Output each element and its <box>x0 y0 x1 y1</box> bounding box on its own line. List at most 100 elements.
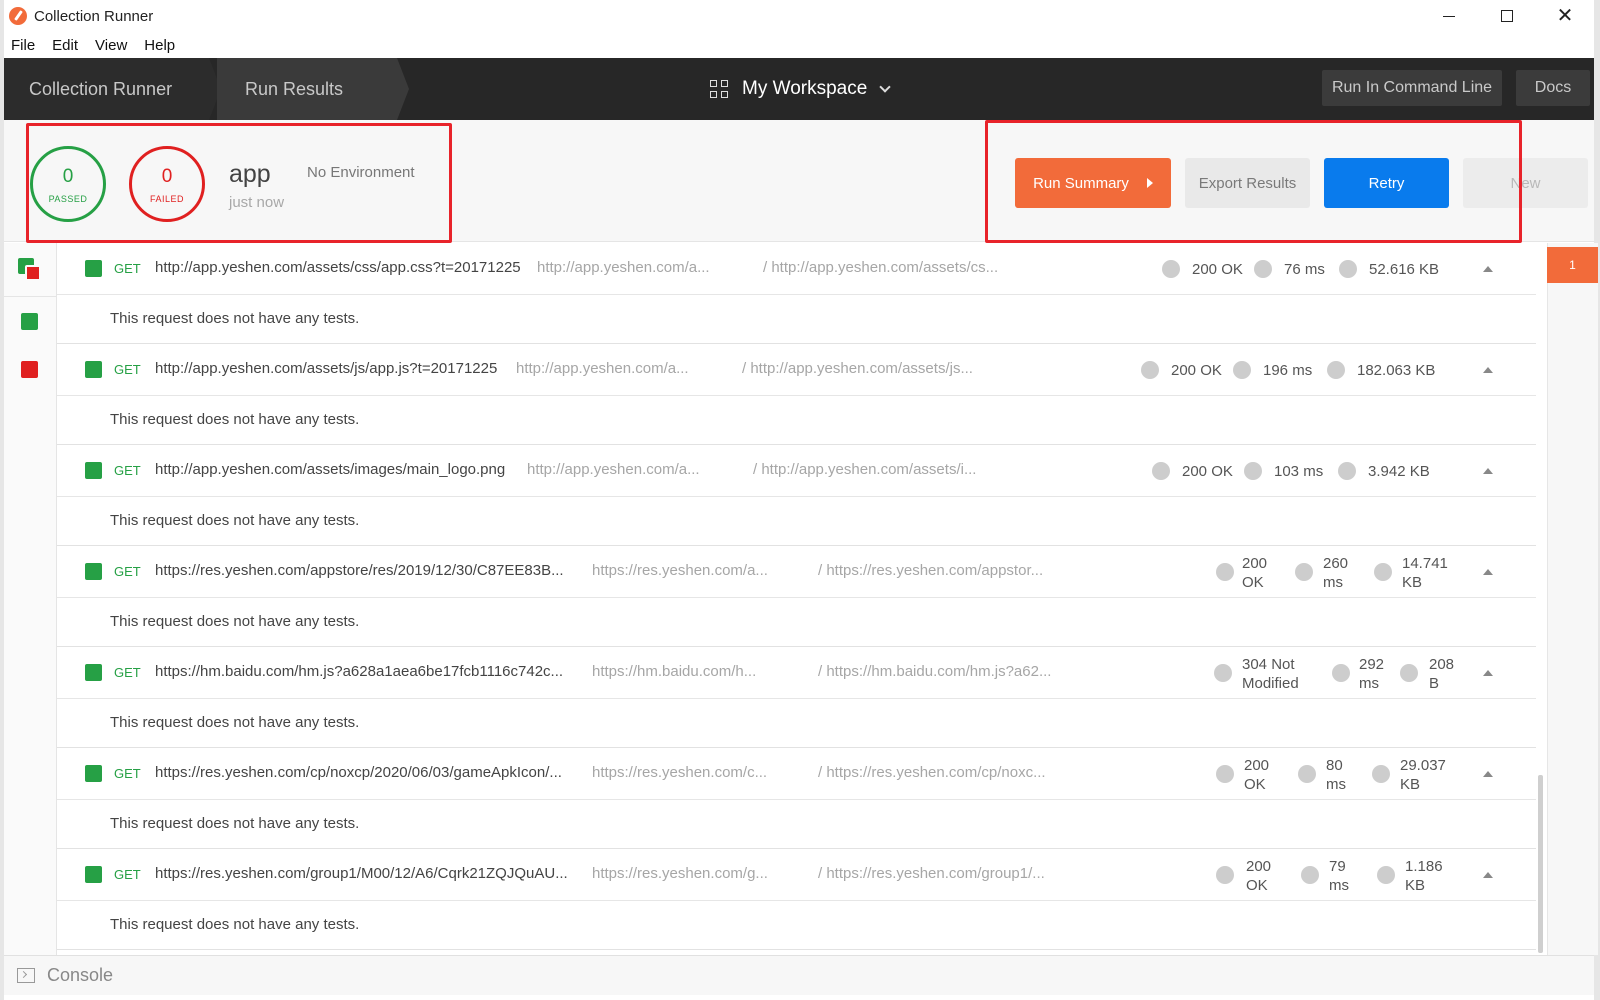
passed-filter-icon[interactable] <box>21 313 38 330</box>
no-tests-text: This request does not have any tests. <box>110 310 360 327</box>
request-item: GET https://res.yeshen.com/cp/noxcp/2020… <box>57 748 1536 849</box>
collapse-caret-icon[interactable] <box>1483 266 1493 272</box>
request-row[interactable]: GET http://app.yeshen.com/assets/css/app… <box>57 243 1536 295</box>
response-status: 200 OK <box>1246 858 1272 894</box>
menu-help[interactable]: Help <box>144 37 175 54</box>
workspace-switcher[interactable]: My Workspace <box>710 58 891 120</box>
request-url-short: http://app.yeshen.com/a... <box>516 360 689 377</box>
request-item: GET http://app.yeshen.com/assets/js/app.… <box>57 344 1536 445</box>
console-bar[interactable]: Console <box>4 955 1594 995</box>
request-url-path: / http://app.yeshen.com/assets/cs... <box>763 259 999 276</box>
no-tests-text: This request does not have any tests. <box>110 815 360 832</box>
collapse-caret-icon[interactable] <box>1483 771 1493 777</box>
workspace-grid-icon <box>710 80 728 98</box>
status-dot-icon <box>1141 361 1159 379</box>
request-url: https://res.yeshen.com/appstore/res/2019… <box>155 562 564 579</box>
console-label: Console <box>47 965 114 985</box>
tests-row: This request does not have any tests. <box>57 901 1536 950</box>
request-method: GET <box>114 362 141 377</box>
annotation-box-summary <box>26 123 452 243</box>
run-in-command-line-button[interactable]: Run In Command Line <box>1322 70 1502 106</box>
request-url: http://app.yeshen.com/assets/css/app.css… <box>155 259 521 276</box>
collapse-caret-icon[interactable] <box>1483 468 1493 474</box>
request-row[interactable]: GET https://res.yeshen.com/appstore/res/… <box>57 546 1536 598</box>
breadcrumb-collection-runner[interactable]: Collection Runner <box>4 58 209 120</box>
size-dot-icon <box>1374 563 1392 581</box>
collapse-caret-icon[interactable] <box>1483 872 1493 878</box>
request-row[interactable]: GET http://app.yeshen.com/assets/js/app.… <box>57 344 1536 396</box>
breadcrumb-arrow <box>397 58 409 120</box>
request-row[interactable]: GET https://res.yeshen.com/cp/noxcp/2020… <box>57 748 1536 800</box>
request-method: GET <box>114 261 141 276</box>
request-method: GET <box>114 867 141 882</box>
failed-filter-icon[interactable] <box>21 361 38 378</box>
request-url-path: / http://app.yeshen.com/assets/js... <box>742 360 973 377</box>
response-status: 304 Not Modified <box>1242 656 1299 692</box>
close-button[interactable]: ✕ <box>1536 0 1594 32</box>
time-dot-icon <box>1295 563 1313 581</box>
request-results-list: GET http://app.yeshen.com/assets/css/app… <box>57 243 1536 955</box>
tests-row: This request does not have any tests. <box>57 598 1536 647</box>
request-method: GET <box>114 564 141 579</box>
time-dot-icon <box>1301 866 1319 884</box>
request-url-short: http://app.yeshen.com/a... <box>527 461 700 478</box>
status-dot-icon <box>1216 866 1234 884</box>
docs-button[interactable]: Docs <box>1516 70 1590 106</box>
request-row[interactable]: GET https://hm.baidu.com/hm.js?a628a1aea… <box>57 647 1536 699</box>
request-method: GET <box>114 463 141 478</box>
response-time: 76 ms <box>1284 261 1325 278</box>
iteration-gutter <box>4 243 57 955</box>
collapse-caret-icon[interactable] <box>1483 670 1493 676</box>
status-dot-icon <box>1216 765 1234 783</box>
request-row[interactable]: GET https://res.yeshen.com/group1/M00/12… <box>57 849 1536 901</box>
tests-row: This request does not have any tests. <box>57 396 1536 445</box>
response-size: 3.942 KB <box>1368 463 1430 480</box>
no-tests-text: This request does not have any tests. <box>110 613 360 630</box>
all-results-filter-icon[interactable] <box>18 258 41 281</box>
no-tests-text: This request does not have any tests. <box>110 411 360 428</box>
request-row[interactable]: GET http://app.yeshen.com/assets/images/… <box>57 445 1536 497</box>
request-url: https://hm.baidu.com/hm.js?a628a1aea6be1… <box>155 663 564 680</box>
response-time: 292 ms <box>1359 656 1385 692</box>
request-item: GET https://res.yeshen.com/appstore/res/… <box>57 546 1536 647</box>
time-dot-icon <box>1298 765 1316 783</box>
time-dot-icon <box>1244 462 1262 480</box>
breadcrumb-run-results[interactable]: Run Results <box>217 58 397 120</box>
request-url: https://res.yeshen.com/group1/M00/12/A6/… <box>155 865 568 882</box>
response-size: 29.037 KB <box>1400 757 1446 793</box>
iteration-badge[interactable]: 1 <box>1547 247 1598 283</box>
request-url-path: / https://res.yeshen.com/appstor... <box>818 562 1044 579</box>
response-size: 14.741 KB <box>1402 555 1448 591</box>
response-time: 80 ms <box>1326 757 1346 793</box>
window-title: Collection Runner <box>34 7 154 25</box>
annotation-box-actions <box>985 120 1522 243</box>
request-item: GET http://app.yeshen.com/assets/images/… <box>57 445 1536 546</box>
request-item: GET https://res.yeshen.com/group1/M00/12… <box>57 849 1536 950</box>
results-scrollbar-thumb[interactable] <box>1538 775 1543 953</box>
response-time: 196 ms <box>1263 362 1313 379</box>
request-url-path: / https://res.yeshen.com/group1/... <box>818 865 1045 882</box>
menu-bar: File Edit View Help <box>4 32 1594 58</box>
app-header: Collection Runner Run Results My Workspa… <box>4 58 1594 120</box>
request-url: https://res.yeshen.com/cp/noxcp/2020/06/… <box>155 764 562 781</box>
minimize-button[interactable] <box>1420 0 1478 32</box>
menu-file[interactable]: File <box>11 37 35 54</box>
response-status: 200 OK <box>1182 463 1233 480</box>
menu-edit[interactable]: Edit <box>52 37 78 54</box>
request-item: GET http://app.yeshen.com/assets/css/app… <box>57 243 1536 344</box>
status-square-icon <box>85 260 102 277</box>
maximize-button[interactable] <box>1478 0 1536 32</box>
status-square-icon <box>85 765 102 782</box>
response-size: 52.616 KB <box>1369 261 1440 278</box>
tests-row: This request does not have any tests. <box>57 497 1536 546</box>
collapse-caret-icon[interactable] <box>1483 367 1493 373</box>
time-dot-icon <box>1254 260 1272 278</box>
menu-view[interactable]: View <box>95 37 127 54</box>
request-url-short: https://res.yeshen.com/a... <box>592 562 768 579</box>
response-status: 200 OK <box>1171 362 1222 379</box>
collapse-caret-icon[interactable] <box>1483 569 1493 575</box>
request-method: GET <box>114 766 141 781</box>
workspace-name: My Workspace <box>742 78 868 99</box>
request-url-path: / http://app.yeshen.com/assets/i... <box>753 461 977 478</box>
status-square-icon <box>85 361 102 378</box>
